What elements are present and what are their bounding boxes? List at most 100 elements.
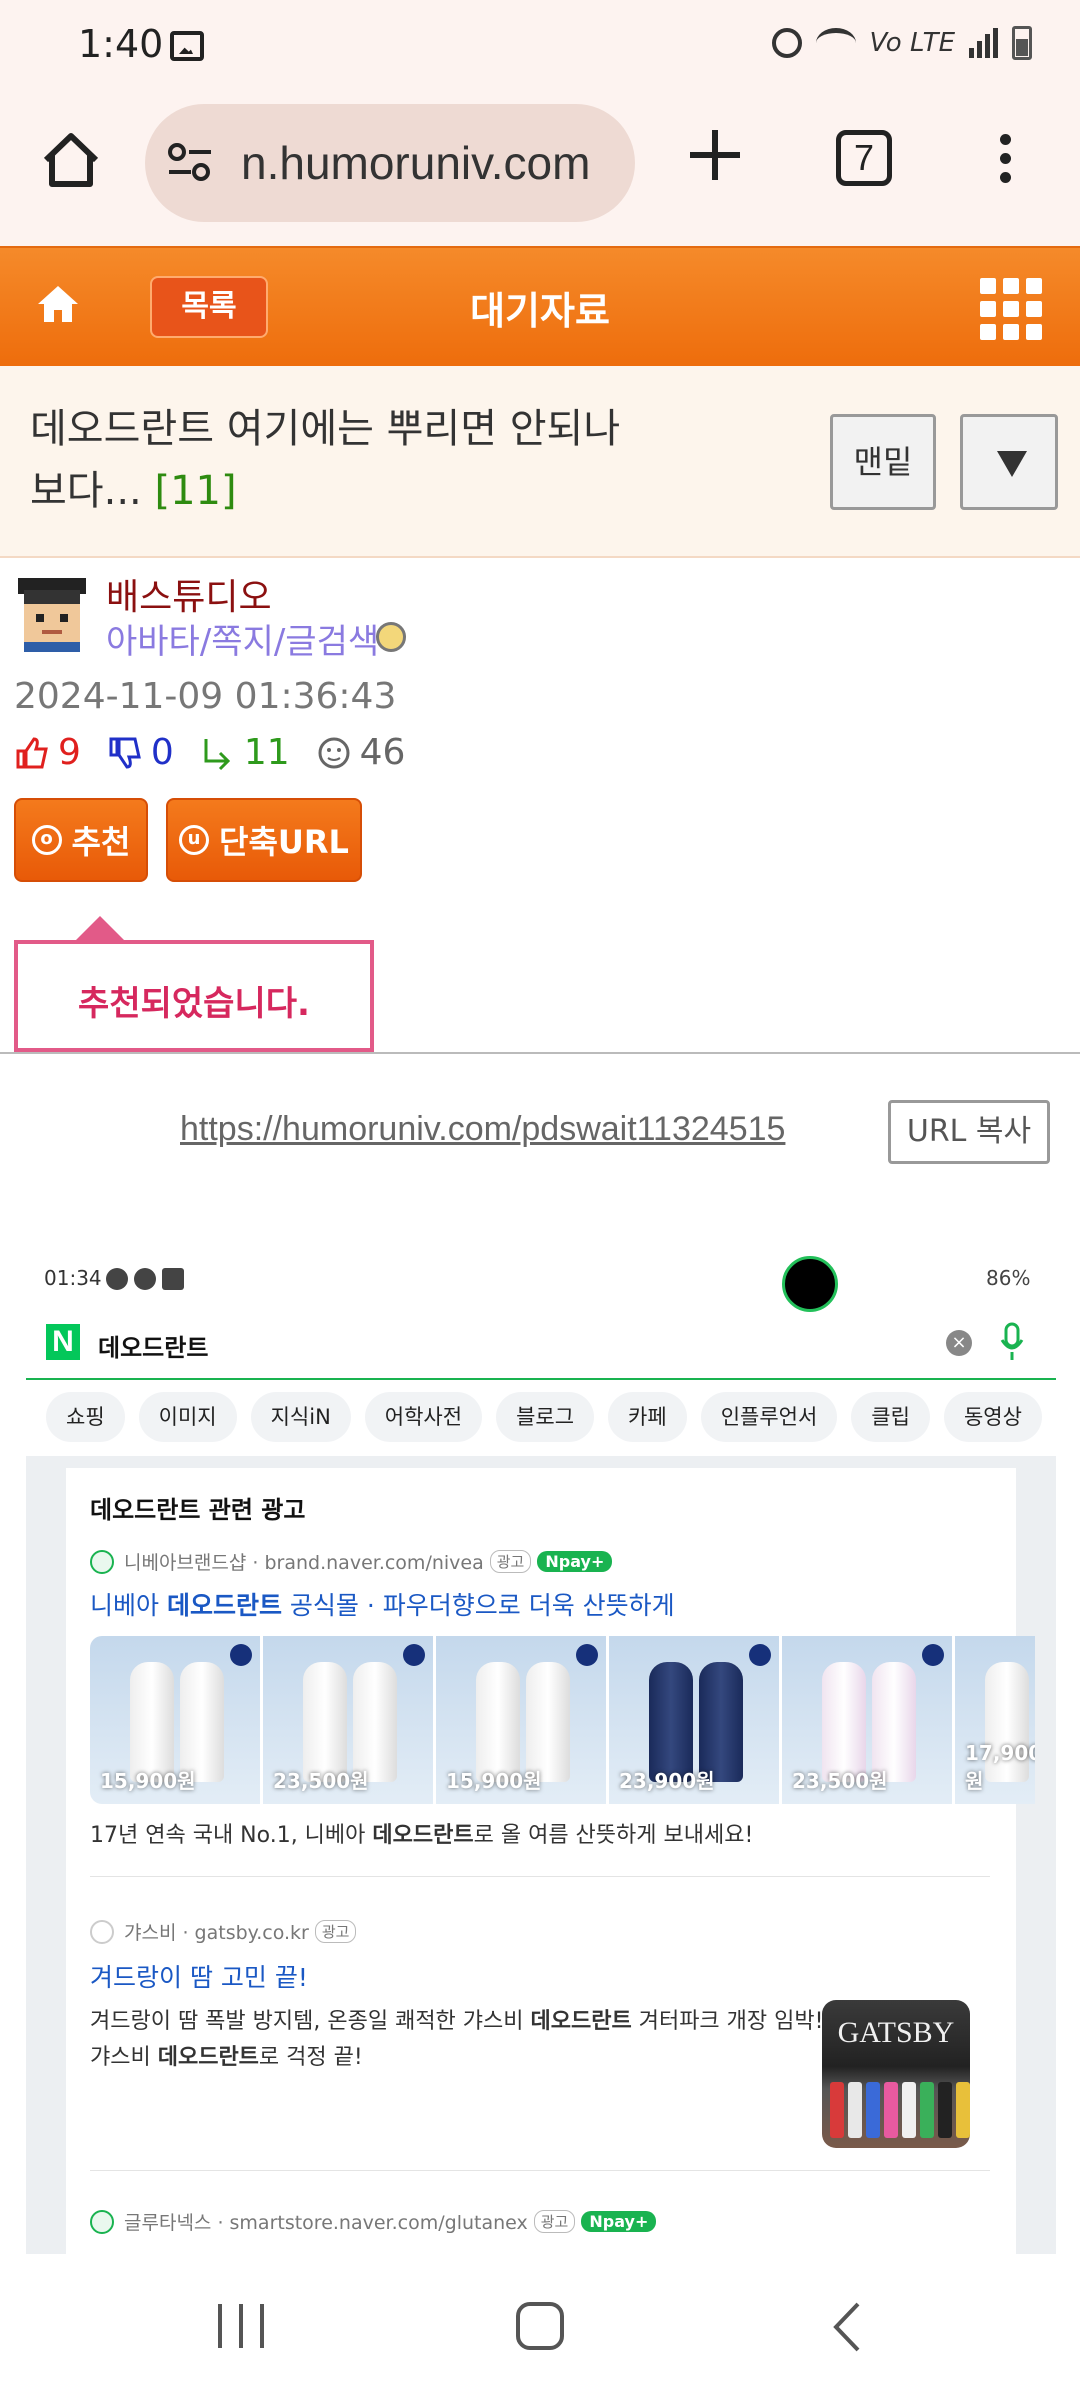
embedded-tab: 어학사전 (364, 1392, 483, 1442)
thumbs-down-icon (109, 737, 141, 769)
store-favicon-icon (90, 2209, 114, 2234)
recommend-button[interactable]: o 추천 (14, 798, 148, 882)
product-thumb: 23,500원 (782, 1636, 952, 1804)
tab-switcher-button[interactable]: 7 (836, 130, 892, 186)
recommend-label: 추천 (71, 823, 131, 861)
address-bar[interactable]: n.humoruniv.com (145, 104, 635, 222)
grid-menu-icon[interactable] (980, 278, 1042, 340)
status-bar: 1:40 Vo LTE (0, 0, 1080, 96)
site-header: 목록 대기자료 (0, 246, 1080, 366)
product-thumb: 15,900원 (90, 1636, 260, 1804)
embedded-search-tabs: 쇼핑 이미지 지식iN 어학사전 블로그 카페 인플루언서 클립 동영상 뉴스 (46, 1392, 1056, 1442)
ad-source: 글루타넥스 · smartstore.naver.com/glutanex 광고… (90, 2208, 657, 2235)
embedded-tab: 지식iN (250, 1392, 351, 1442)
tooltip-text: 추천되었습니다. (78, 984, 310, 1024)
store-favicon-icon (90, 1549, 114, 1574)
embedded-tab: 동영상 (943, 1392, 1042, 1442)
ad-title: 겨드랑이 땀 고민 끝! (90, 1963, 308, 1992)
content-divider (0, 1052, 1080, 1054)
gatsby-favicon-icon (90, 1919, 114, 1944)
post-url-link[interactable]: https://humoruniv.com/pdswait11324515 (180, 1110, 785, 1149)
author-name[interactable]: 배스튜디오 (106, 568, 272, 620)
product-strip: 15,900원 23,500원 15,900원 23,900원 23,500원 … (90, 1636, 1035, 1804)
embedded-tab: 카페 (608, 1392, 687, 1442)
ad-source: 니베아브랜드샵 · brand.naver.com/nivea 광고 Npay+ (90, 1548, 613, 1575)
thumbs-up-icon (16, 736, 48, 768)
product-thumb: 15,900원 (436, 1636, 606, 1804)
ad-heading: 데오드란트 관련 광고 (90, 1496, 306, 1524)
dropdown-arrow-button[interactable] (960, 414, 1058, 510)
ad-separator (90, 1876, 990, 1877)
browser-home-button[interactable] (40, 130, 102, 190)
reply-arrow-icon (204, 738, 230, 770)
signal-icon (969, 28, 998, 58)
gatsby-ad-image: GATSBY (822, 2000, 970, 2148)
embedded-status-bar: 01:34 86% (26, 1250, 1056, 1312)
recent-apps-icon[interactable] (218, 2304, 264, 2348)
product-thumb: 23,900원 (609, 1636, 779, 1804)
reply-stat: 11 (200, 732, 290, 773)
level-badge-icon (376, 622, 406, 652)
view-count: 46 (359, 732, 406, 773)
npay-badge: Npay+ (537, 1551, 613, 1572)
ad-description: 17년 연속 국내 No.1, 니베아 데오드란트로 올 여름 산뜻하게 보내세… (90, 1823, 754, 1848)
author-links[interactable]: 아바타/쪽지/글검색 (106, 614, 379, 663)
tune-icon[interactable] (167, 140, 213, 184)
list-button[interactable]: 목록 (150, 276, 268, 338)
comment-count[interactable]: [11] (154, 468, 236, 514)
embedded-search-query: 데오드란트 (98, 1334, 209, 1362)
embedded-tab: 인플루언서 (700, 1392, 838, 1442)
site-home-icon[interactable] (34, 280, 82, 328)
short-url-button[interactable]: u 단축URL (166, 798, 362, 882)
naver-logo-icon: N (46, 1324, 80, 1360)
embedded-screenshot: 01:34 86% N 데오드란트 × 쇼핑 이미지 지식iN 어학사전 블로그… (26, 1250, 1056, 2254)
post-title-band: 데오드란트 여기에는 뿌리면 안되나 보다... [11] 맨밑 (0, 366, 1080, 558)
post-date: 2024-11-09 01:36:43 (14, 676, 397, 717)
recommend-tooltip: 추천되었습니다. (14, 916, 374, 1052)
system-nav-bar (0, 2254, 1080, 2400)
embedded-tab: 이미지 (138, 1392, 237, 1442)
gallery-notification-icon (170, 31, 204, 61)
ad-source: 갸스비 · gatsby.co.kr 광고 (90, 1918, 357, 1945)
embedded-ad-card: 데오드란트 관련 광고 니베아브랜드샵 · brand.naver.com/ni… (66, 1468, 1035, 2254)
post-stats: 9 0 11 46 (14, 732, 431, 773)
product-thumb: 23,500원 (263, 1636, 433, 1804)
short-url-label: 단축URL (219, 823, 349, 861)
recommend-circle-icon: o (31, 825, 62, 855)
embedded-battery-percent: 86% (986, 1266, 1031, 1290)
ad-separator (90, 2170, 990, 2171)
embedded-time: 01:34 (44, 1266, 102, 1290)
url-copy-button[interactable]: URL 복사 (888, 1100, 1050, 1164)
scroll-bottom-button[interactable]: 맨밑 (830, 414, 936, 510)
home-nav-icon[interactable] (516, 2302, 564, 2350)
status-time: 1:40 (78, 22, 164, 66)
reply-count: 11 (243, 732, 290, 773)
mic-icon (1000, 1322, 1024, 1360)
battery-icon (1012, 26, 1032, 60)
embedded-tab: 쇼핑 (46, 1392, 125, 1442)
camera-cutout (782, 1256, 838, 1312)
post-title-text: 데오드란트 여기에는 뿌리면 안되나 보다... (30, 406, 621, 514)
alarm-icon (771, 28, 802, 58)
embedded-search-bar: N 데오드란트 × (26, 1316, 1056, 1380)
embedded-notification-icons (106, 1268, 184, 1290)
author-avatar[interactable] (14, 576, 90, 652)
clear-icon: × (946, 1330, 972, 1356)
downvote-stat: 0 (107, 732, 174, 773)
status-icons: Vo LTE (771, 26, 1032, 60)
upvote-count: 9 (58, 732, 81, 773)
new-tab-button[interactable] (688, 128, 742, 182)
ad-title: 니베아 데오드란트 공식몰 · 파우더향으로 더욱 산뜻하게 (90, 1591, 675, 1620)
short-url-circle-icon: u (179, 825, 210, 855)
more-vert-icon[interactable] (1000, 134, 1012, 184)
upvote-stat: 9 (14, 732, 81, 773)
face-view-icon (318, 737, 350, 768)
wifi-icon (815, 28, 856, 58)
back-icon[interactable] (832, 2300, 862, 2354)
ad-description: 겨드랑이 땀 폭발 방지템, 온종일 쾌적한 갸스비 데오드란트 겨터파크 개장… (90, 2009, 824, 2070)
browser-toolbar: n.humoruniv.com 7 (0, 96, 1080, 246)
view-stat: 46 (316, 732, 406, 773)
volte-indicator: Vo LTE (869, 28, 955, 58)
product-thumb: 17,900원 (955, 1636, 1035, 1804)
embedded-tab: 블로그 (496, 1392, 595, 1442)
